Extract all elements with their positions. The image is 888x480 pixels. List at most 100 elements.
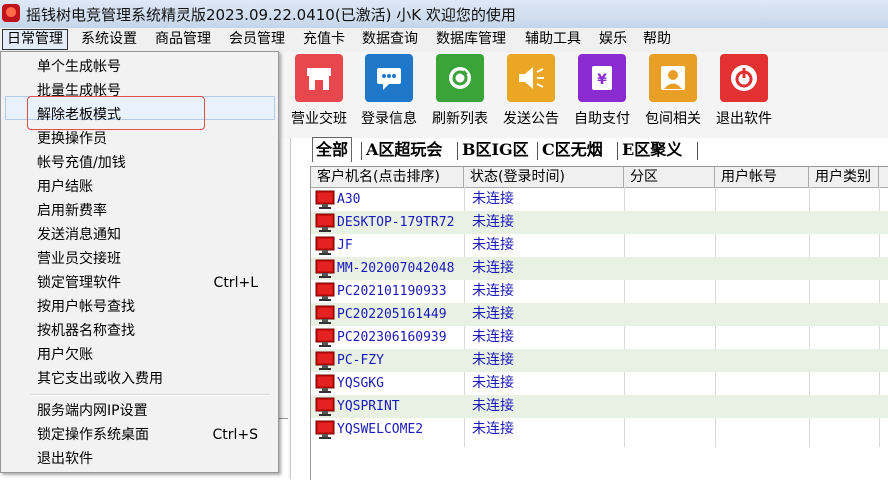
header-user-type[interactable]: 用户类别: [809, 167, 879, 187]
menu-entertainment[interactable]: 娱乐: [595, 30, 631, 49]
menu-item[interactable]: 单个生成帐号: [37, 56, 121, 78]
machine-name: PC-FZY: [337, 353, 384, 368]
table-row[interactable]: MM-202007042048 未连接: [311, 257, 888, 280]
connection-status: 未连接: [472, 283, 514, 299]
toolbar: 营业交班 登录信息 刷新列表 发送公告 ¥ 自助支付 包间相关 退出软件: [280, 52, 888, 138]
login-info-label: 登录信息: [361, 111, 417, 127]
connection-status: 未连接: [472, 191, 514, 207]
computer-icon: [315, 213, 335, 232]
computer-icon: [315, 374, 335, 393]
menu-system-settings[interactable]: 系统设置: [77, 30, 141, 49]
computer-icon: [315, 190, 335, 209]
menu-item[interactable]: 帐号充值/加钱: [37, 152, 126, 174]
machine-name: PC202205161449: [337, 307, 447, 322]
header-status[interactable]: 状态(登录时间): [464, 167, 624, 187]
tab-divider: [697, 142, 698, 160]
refresh-list-button[interactable]: 刷新列表: [425, 54, 495, 128]
table-row[interactable]: PC-FZY 未连接: [311, 349, 888, 372]
connection-status: 未连接: [472, 398, 514, 414]
menu-item[interactable]: 锁定管理软件: [37, 272, 121, 294]
table-row[interactable]: PC202306160939 未连接: [311, 326, 888, 349]
menu-database[interactable]: 数据库管理: [432, 30, 510, 49]
header-user-account[interactable]: 用户帐号: [715, 167, 809, 187]
menu-members[interactable]: 会员管理: [225, 30, 289, 49]
computer-icon: [315, 305, 335, 324]
menu-item[interactable]: 用户结账: [37, 176, 93, 198]
computer-icon: [315, 282, 335, 301]
svg-text:¥: ¥: [597, 72, 607, 88]
menu-item[interactable]: 用户欠账: [37, 344, 93, 366]
menu-item[interactable]: 服务端内网IP设置: [37, 400, 148, 422]
computer-icon: [315, 420, 335, 439]
power-icon: [731, 65, 757, 91]
tab-all[interactable]: 全部: [312, 137, 353, 162]
menu-item[interactable]: 锁定操作系统桌面: [37, 424, 149, 446]
connection-status: 未连接: [472, 352, 514, 368]
login-info-button[interactable]: 登录信息: [354, 54, 424, 128]
connection-status: 未连接: [472, 214, 514, 230]
menu-data-query[interactable]: 数据查询: [358, 30, 422, 49]
menu-item[interactable]: 按机器名称查找: [37, 320, 135, 342]
header-zone[interactable]: 分区: [624, 167, 715, 187]
tab-zone-e[interactable]: E区聚义: [622, 138, 682, 162]
computer-icon: [315, 236, 335, 255]
menu-item[interactable]: 解除老板模式: [37, 104, 121, 126]
menu-daily[interactable]: 日常管理: [2, 29, 68, 50]
tab-zone-a[interactable]: A区超玩会: [366, 138, 442, 162]
machine-name: PC202101190933: [337, 284, 447, 299]
connection-status: 未连接: [472, 260, 514, 276]
header-overflow: [879, 167, 888, 187]
machine-name: YQSWELCOME2: [337, 422, 424, 437]
refresh-list-label: 刷新列表: [432, 111, 488, 127]
menu-item[interactable]: 发送消息通知: [37, 224, 121, 246]
table-row[interactable]: YQSWELCOME2 未连接: [311, 418, 888, 441]
menu-separator: [31, 394, 271, 396]
refresh-icon: [449, 67, 471, 89]
table-row[interactable]: PC202205161449 未连接: [311, 303, 888, 326]
connection-status: 未连接: [472, 237, 514, 253]
table-row[interactable]: YQSPRINT 未连接: [311, 395, 888, 418]
table-row[interactable]: PC202101190933 未连接: [311, 280, 888, 303]
machine-name: PC202306160939: [337, 330, 447, 345]
menu-products[interactable]: 商品管理: [151, 30, 215, 49]
self-pay-button[interactable]: ¥ 自助支付: [567, 54, 637, 128]
menu-recharge-card[interactable]: 充值卡: [299, 30, 349, 49]
table-row[interactable]: JF 未连接: [311, 234, 888, 257]
menu-item[interactable]: 按用户帐号查找: [37, 296, 135, 318]
connection-status: 未连接: [472, 375, 514, 391]
tab-zone-b[interactable]: B区IG区: [462, 138, 529, 162]
menu-item[interactable]: 退出软件: [37, 448, 93, 470]
yen-icon: ¥: [592, 66, 612, 90]
table-row[interactable]: A30 未连接: [311, 188, 888, 211]
machine-name: JF: [337, 238, 353, 253]
shift-change-button[interactable]: 营业交班: [284, 54, 354, 128]
menu-shortcut: Ctrl+L: [213, 275, 258, 291]
shop-icon: [307, 68, 331, 90]
tab-zone-c[interactable]: C区无烟: [542, 138, 603, 162]
computer-icon: [315, 397, 335, 416]
machine-name: YQSGKG: [337, 376, 384, 391]
private-room-label: 包间相关: [645, 111, 701, 127]
menu-item[interactable]: 其它支出或收入费用: [37, 368, 163, 390]
menu-help[interactable]: 帮助: [639, 30, 675, 49]
private-room-button[interactable]: 包间相关: [638, 54, 708, 128]
window-title: 摇钱树电竞管理系统精灵版2023.09.22.0410(已激活) 小K 欢迎您的…: [26, 6, 516, 24]
chat-icon: [377, 68, 401, 90]
computer-icon: [315, 328, 335, 347]
send-notice-button[interactable]: 发送公告: [496, 54, 566, 128]
header-machine-name[interactable]: 客户机名(点击排序): [311, 167, 464, 187]
exit-software-label: 退出软件: [716, 111, 772, 127]
table-row[interactable]: YQSGKG 未连接: [311, 372, 888, 395]
menu-item[interactable]: 更换操作员: [37, 128, 107, 150]
menu-shortcut: Ctrl+S: [212, 427, 258, 443]
menu-item[interactable]: 启用新费率: [37, 200, 107, 222]
table-row[interactable]: DESKTOP-179TR72 未连接: [311, 211, 888, 234]
menu-item[interactable]: 营业员交接班: [37, 248, 121, 270]
exit-software-button[interactable]: 退出软件: [709, 54, 779, 128]
connection-status: 未连接: [472, 329, 514, 345]
user-icon: [661, 66, 685, 90]
connection-status: 未连接: [472, 306, 514, 322]
menu-item[interactable]: 批量生成帐号: [37, 80, 121, 102]
tab-divider: [617, 142, 618, 160]
menu-tools[interactable]: 辅助工具: [521, 30, 585, 49]
